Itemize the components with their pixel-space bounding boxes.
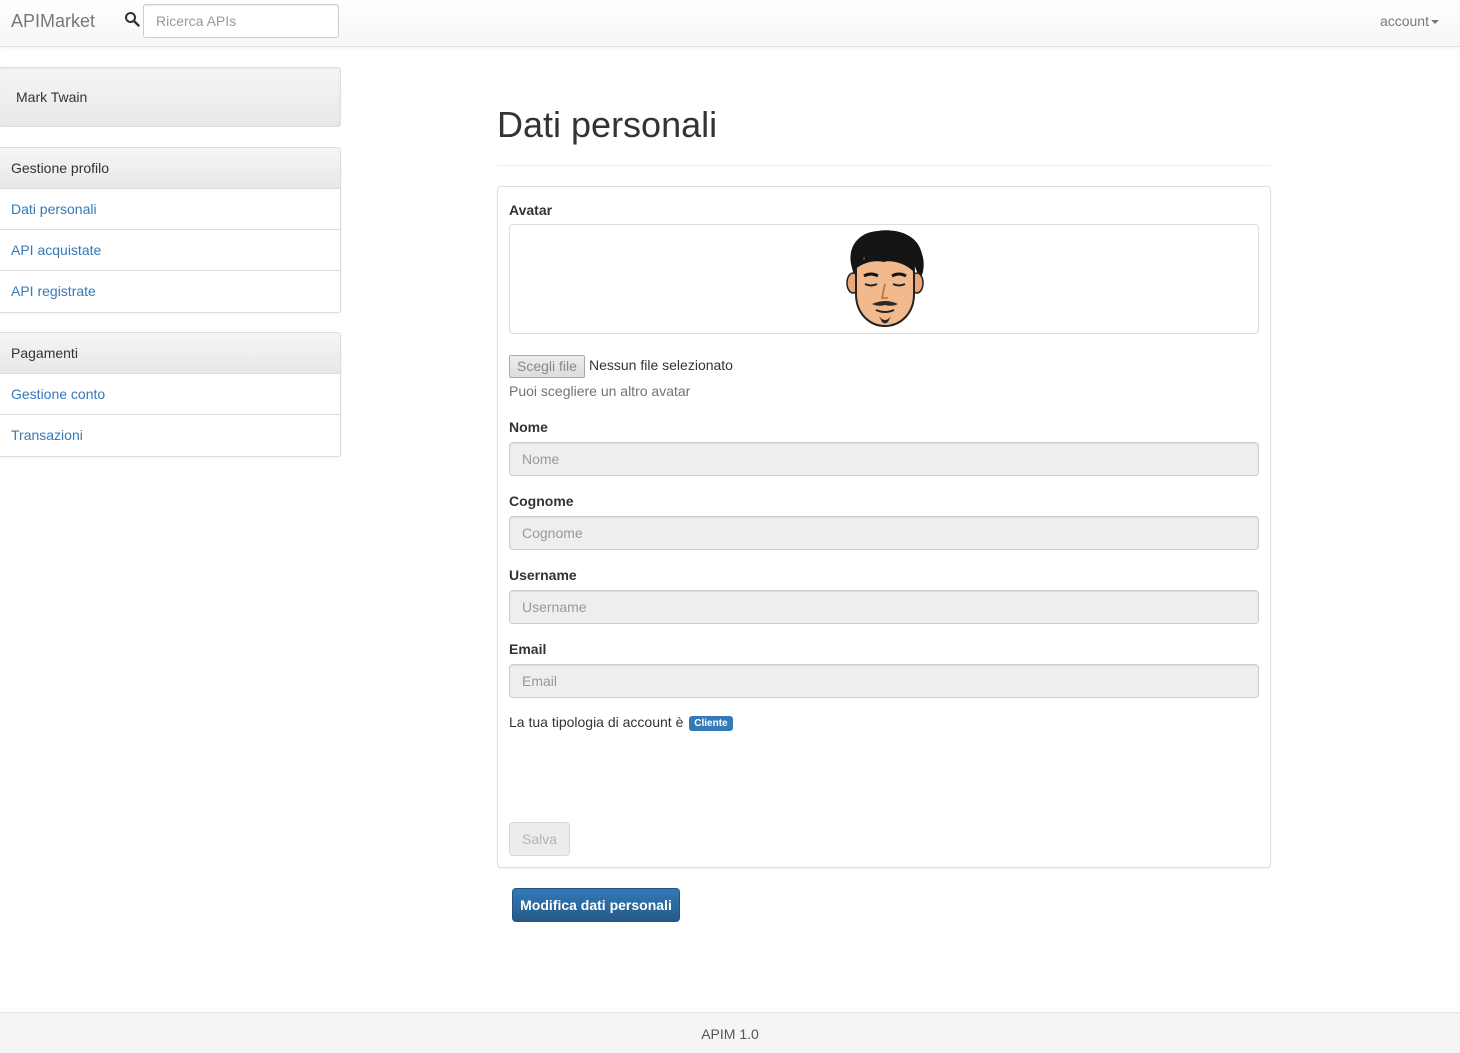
profile-panel: Gestione profilo Dati personali API acqu… <box>0 147 341 313</box>
chevron-down-icon <box>1431 20 1439 25</box>
save-button[interactable]: Salva <box>509 822 570 856</box>
account-dropdown[interactable]: account <box>1380 13 1439 29</box>
email-label: Email <box>509 641 547 657</box>
profile-panel-heading: Gestione profilo <box>0 148 340 189</box>
search-icon <box>125 12 140 27</box>
choose-file-button[interactable]: Scegli file <box>509 355 585 378</box>
sidebar-item-gestione-conto[interactable]: Gestione conto <box>0 374 340 415</box>
file-status-text: Nessun file selezionato <box>589 357 733 373</box>
nome-label: Nome <box>509 419 548 435</box>
email-field[interactable] <box>509 664 1259 698</box>
payments-panel-heading: Pagamenti <box>0 333 340 374</box>
username-label: Username <box>509 567 577 583</box>
payments-panel: Pagamenti Gestione conto Transazioni <box>0 332 341 457</box>
page-title: Dati personali <box>497 104 718 145</box>
personal-data-form: Avatar Scegli file Nessun file seleziona… <box>497 186 1271 868</box>
footer: APIM 1.0 <box>0 1012 1460 1053</box>
account-type-badge: Cliente <box>689 716 733 731</box>
sidebar-item-dati-personali[interactable]: Dati personali <box>0 189 340 230</box>
footer-text: APIM 1.0 <box>701 1026 759 1042</box>
sidebar-item-api-acquistate[interactable]: API acquistate <box>0 230 340 271</box>
brand-link[interactable]: APIMarket <box>11 11 95 32</box>
username-field[interactable] <box>509 590 1259 624</box>
nome-field[interactable] <box>509 442 1259 476</box>
account-label: account <box>1379 13 1429 29</box>
cognome-field[interactable] <box>509 516 1259 550</box>
search-input[interactable] <box>143 4 339 38</box>
avatar-label: Avatar <box>509 202 553 218</box>
avatar-frame <box>509 224 1259 334</box>
sidebar-item-transazioni[interactable]: Transazioni <box>0 415 340 456</box>
account-type-text: La tua tipologia di account è <box>509 714 684 730</box>
avatar-image <box>846 230 924 328</box>
sidebar-item-api-registrate[interactable]: API registrate <box>0 271 340 312</box>
user-name: Mark Twain <box>16 89 88 105</box>
title-divider <box>497 165 1271 166</box>
edit-personal-data-button[interactable]: Modifica dati personali <box>512 888 680 922</box>
avatar-help-text: Puoi scegliere un altro avatar <box>509 383 691 399</box>
account-type-line: La tua tipologia di account è Cliente <box>509 714 733 731</box>
top-navbar: APIMarket account <box>0 0 1460 47</box>
cognome-label: Cognome <box>509 493 574 509</box>
user-box: Mark Twain <box>0 67 341 127</box>
